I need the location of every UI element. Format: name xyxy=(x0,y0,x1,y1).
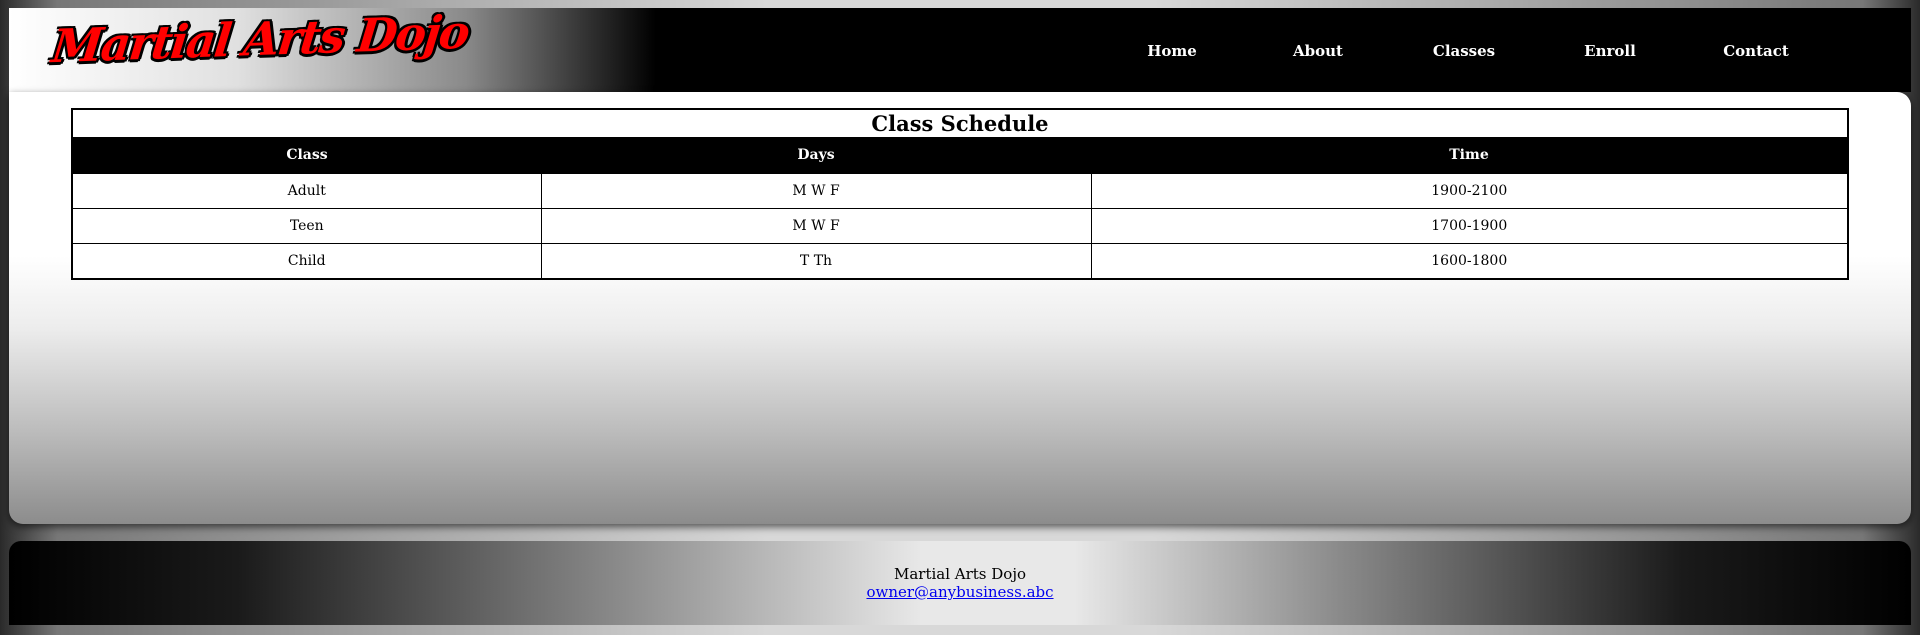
nav-home-link[interactable]: Home xyxy=(1102,42,1242,60)
table-header-row: Class Days Time xyxy=(72,137,1848,174)
nav-contact-link[interactable]: Contact xyxy=(1686,42,1826,60)
table-row: Teen M W F 1700-1900 xyxy=(71,208,1849,244)
cell-days: T Th xyxy=(540,243,1092,280)
main-content: Class Schedule Class Days Time Adult M W… xyxy=(9,92,1911,524)
nav-classes-link[interactable]: Classes xyxy=(1394,42,1534,60)
table-caption-row: Class Schedule xyxy=(72,109,1848,137)
table-title: Class Schedule xyxy=(871,111,1049,136)
cell-time: 1600-1800 xyxy=(1090,243,1849,280)
table-row: Adult M W F 1900-2100 xyxy=(71,173,1849,209)
main-nav: Home About Classes Enroll Contact xyxy=(1099,42,1829,60)
site-header: Martial Arts Dojo Home About Classes Enr… xyxy=(9,5,1911,92)
table-row: Child T Th 1600-1800 xyxy=(71,243,1849,280)
cell-time: 1900-2100 xyxy=(1090,173,1849,209)
footer-business-name: Martial Arts Dojo xyxy=(893,565,1027,583)
cell-days: M W F xyxy=(540,208,1092,244)
column-header-class: Class xyxy=(72,137,541,174)
bottom-strip xyxy=(0,625,1920,635)
site-logo[interactable]: Martial Arts Dojo xyxy=(49,5,470,73)
page-background: Martial Arts Dojo Home About Classes Enr… xyxy=(0,0,1920,635)
cell-class: Teen xyxy=(71,208,542,244)
cell-days: M W F xyxy=(540,173,1092,209)
nav-enroll-link[interactable]: Enroll xyxy=(1540,42,1680,60)
site-footer: Martial Arts Dojo owner@anybusiness.abc xyxy=(9,541,1911,625)
nav-about-link[interactable]: About xyxy=(1248,42,1388,60)
cell-class: Child xyxy=(71,243,542,280)
class-schedule-table: Class Schedule Class Days Time Adult M W… xyxy=(71,108,1849,280)
column-header-time: Time xyxy=(1091,137,1848,174)
cell-class: Adult xyxy=(71,173,542,209)
footer-email-link[interactable]: owner@anybusiness.abc xyxy=(9,583,1911,601)
column-header-days: Days xyxy=(541,137,1091,174)
cell-time: 1700-1900 xyxy=(1090,208,1849,244)
